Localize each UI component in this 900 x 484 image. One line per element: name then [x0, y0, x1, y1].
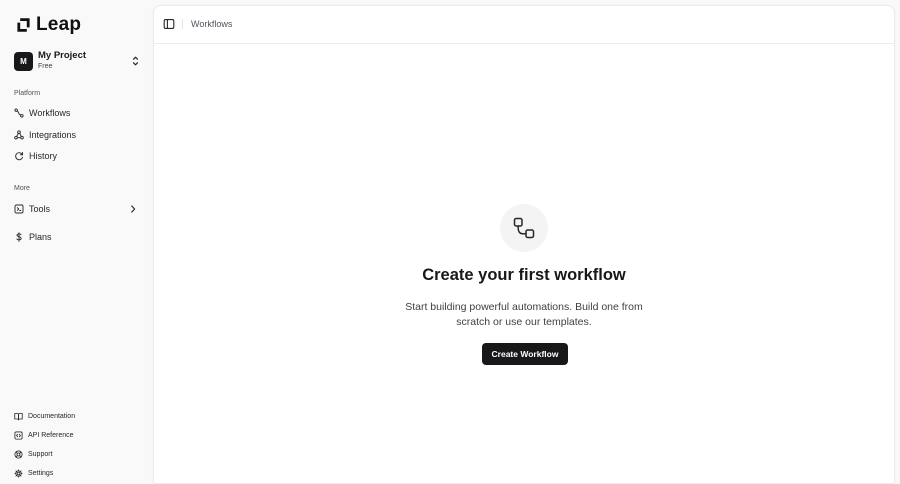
sidebar-item-label: Workflows: [29, 108, 71, 118]
header-divider: [182, 19, 183, 29]
sidebar-item-workflows[interactable]: Workflows: [10, 104, 142, 122]
chevrons-up-down-icon: [132, 56, 139, 66]
project-name: My Project: [38, 49, 87, 61]
tools-icon: [14, 204, 24, 214]
leap-logo-icon: [17, 18, 30, 32]
create-workflow-button[interactable]: Create Workflow: [482, 343, 568, 365]
brand-logo[interactable]: Leap: [16, 14, 81, 36]
sidebar-item-label: Tools: [29, 204, 51, 214]
gear-icon: [14, 468, 23, 478]
page-header: Workflows: [154, 6, 894, 44]
history-icon: [15, 152, 24, 161]
sidebar-item-label: Integrations: [29, 130, 77, 140]
book-icon: [14, 412, 23, 420]
chevron-right-icon: [131, 205, 136, 213]
footer-item-label: API Reference: [28, 431, 74, 439]
sidebar-item-history[interactable]: History: [10, 147, 142, 165]
footer-item-label: Support: [28, 450, 53, 458]
footer-item-label: Documentation: [28, 412, 76, 420]
workflow-icon: [14, 108, 24, 118]
empty-state-description: Start building powerful automations. Bui…: [405, 301, 643, 328]
brand-name: Leap: [36, 14, 82, 35]
empty-state-icon-circle: [500, 204, 548, 252]
sidebar-item-label: Plans: [29, 232, 52, 242]
project-info: My Project Free: [38, 49, 87, 72]
sidebar-item-tools[interactable]: Tools: [10, 200, 142, 218]
dollar-icon: [16, 232, 22, 242]
sidebar-toggle-icon[interactable]: [163, 18, 175, 30]
more-group-label: More: [14, 185, 30, 192]
breadcrumb: Workflows: [191, 19, 233, 29]
project-switcher[interactable]: M My Project Free: [14, 49, 140, 72]
empty-state-title: Create your first workflow: [422, 266, 626, 284]
integrations-icon: [14, 130, 24, 140]
sidebar-item-plans[interactable]: Plans: [10, 228, 142, 246]
sidebar-item-label: History: [29, 151, 58, 161]
platform-group-label: Platform: [14, 90, 41, 97]
avatar: M: [14, 51, 33, 71]
sidebar-item-settings[interactable]: Settings: [10, 466, 142, 480]
sidebar-item-documentation[interactable]: Documentation: [10, 409, 142, 423]
lifebuoy-icon: [14, 449, 23, 459]
sidebar-item-support[interactable]: Support: [10, 447, 142, 461]
code-icon: [14, 430, 23, 440]
workflow-icon: [513, 217, 535, 239]
sidebar: Leap M My Project Free Platform Workflow…: [0, 0, 152, 484]
sidebar-item-integrations[interactable]: Integrations: [10, 126, 142, 144]
sidebar-item-api-reference[interactable]: API Reference: [10, 428, 142, 442]
main-panel: Workflows Create your first workflow Sta…: [153, 5, 895, 484]
footer-item-label: Settings: [28, 469, 54, 477]
project-plan: Free: [38, 62, 53, 70]
